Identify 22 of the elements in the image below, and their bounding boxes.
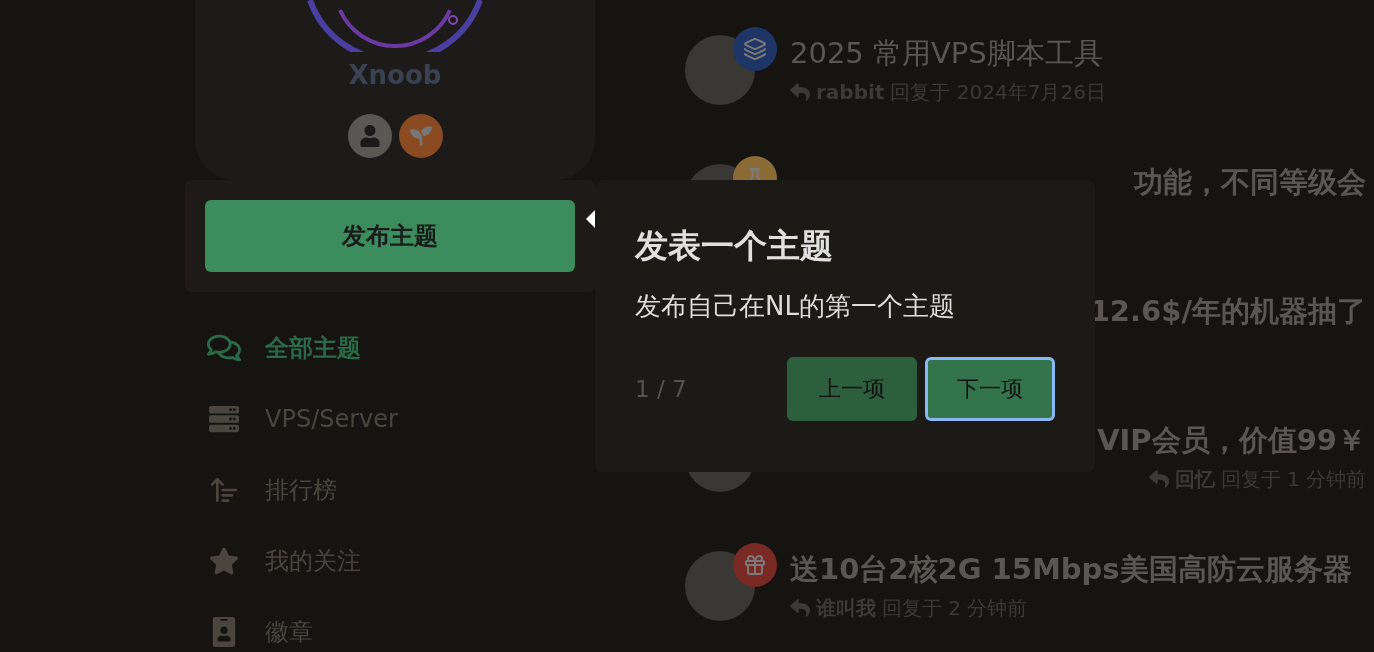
step-counter: 1 / 7 bbox=[635, 376, 688, 402]
popover-description: 发布自己在NL的第一个主题 bbox=[635, 290, 956, 323]
nav-item[interactable]: 全部主题 bbox=[205, 312, 595, 383]
topic-title[interactable]: 2025 常用VPS脚本工具 bbox=[790, 35, 1103, 71]
nav-label: 全部主题 bbox=[265, 332, 361, 364]
user-icon bbox=[358, 125, 381, 147]
reply-icon bbox=[790, 82, 810, 102]
topic-title[interactable]: 功能，不同等级会 bbox=[1134, 164, 1366, 200]
publish-button[interactable]: 发布主题 bbox=[205, 200, 575, 272]
topic-title[interactable]: 送10台2核2G 15Mbps美国高防云服务器 bbox=[790, 551, 1352, 587]
reply-icon bbox=[1148, 469, 1169, 489]
reply-icon bbox=[790, 598, 810, 618]
gift-icon bbox=[743, 553, 767, 577]
server-icon bbox=[209, 403, 239, 434]
topic-title[interactable]: VIP会员，价值99￥ bbox=[1097, 422, 1366, 458]
star-icon bbox=[209, 545, 239, 576]
tour-nav-button[interactable]: 上一项 bbox=[787, 357, 917, 421]
layers-icon bbox=[743, 37, 767, 61]
popover-title: 发表一个主题 bbox=[635, 225, 834, 267]
tour-nav-button[interactable]: 下一项 bbox=[925, 357, 1055, 421]
popover-arrow-icon bbox=[586, 210, 595, 228]
sprout-icon bbox=[409, 125, 432, 147]
